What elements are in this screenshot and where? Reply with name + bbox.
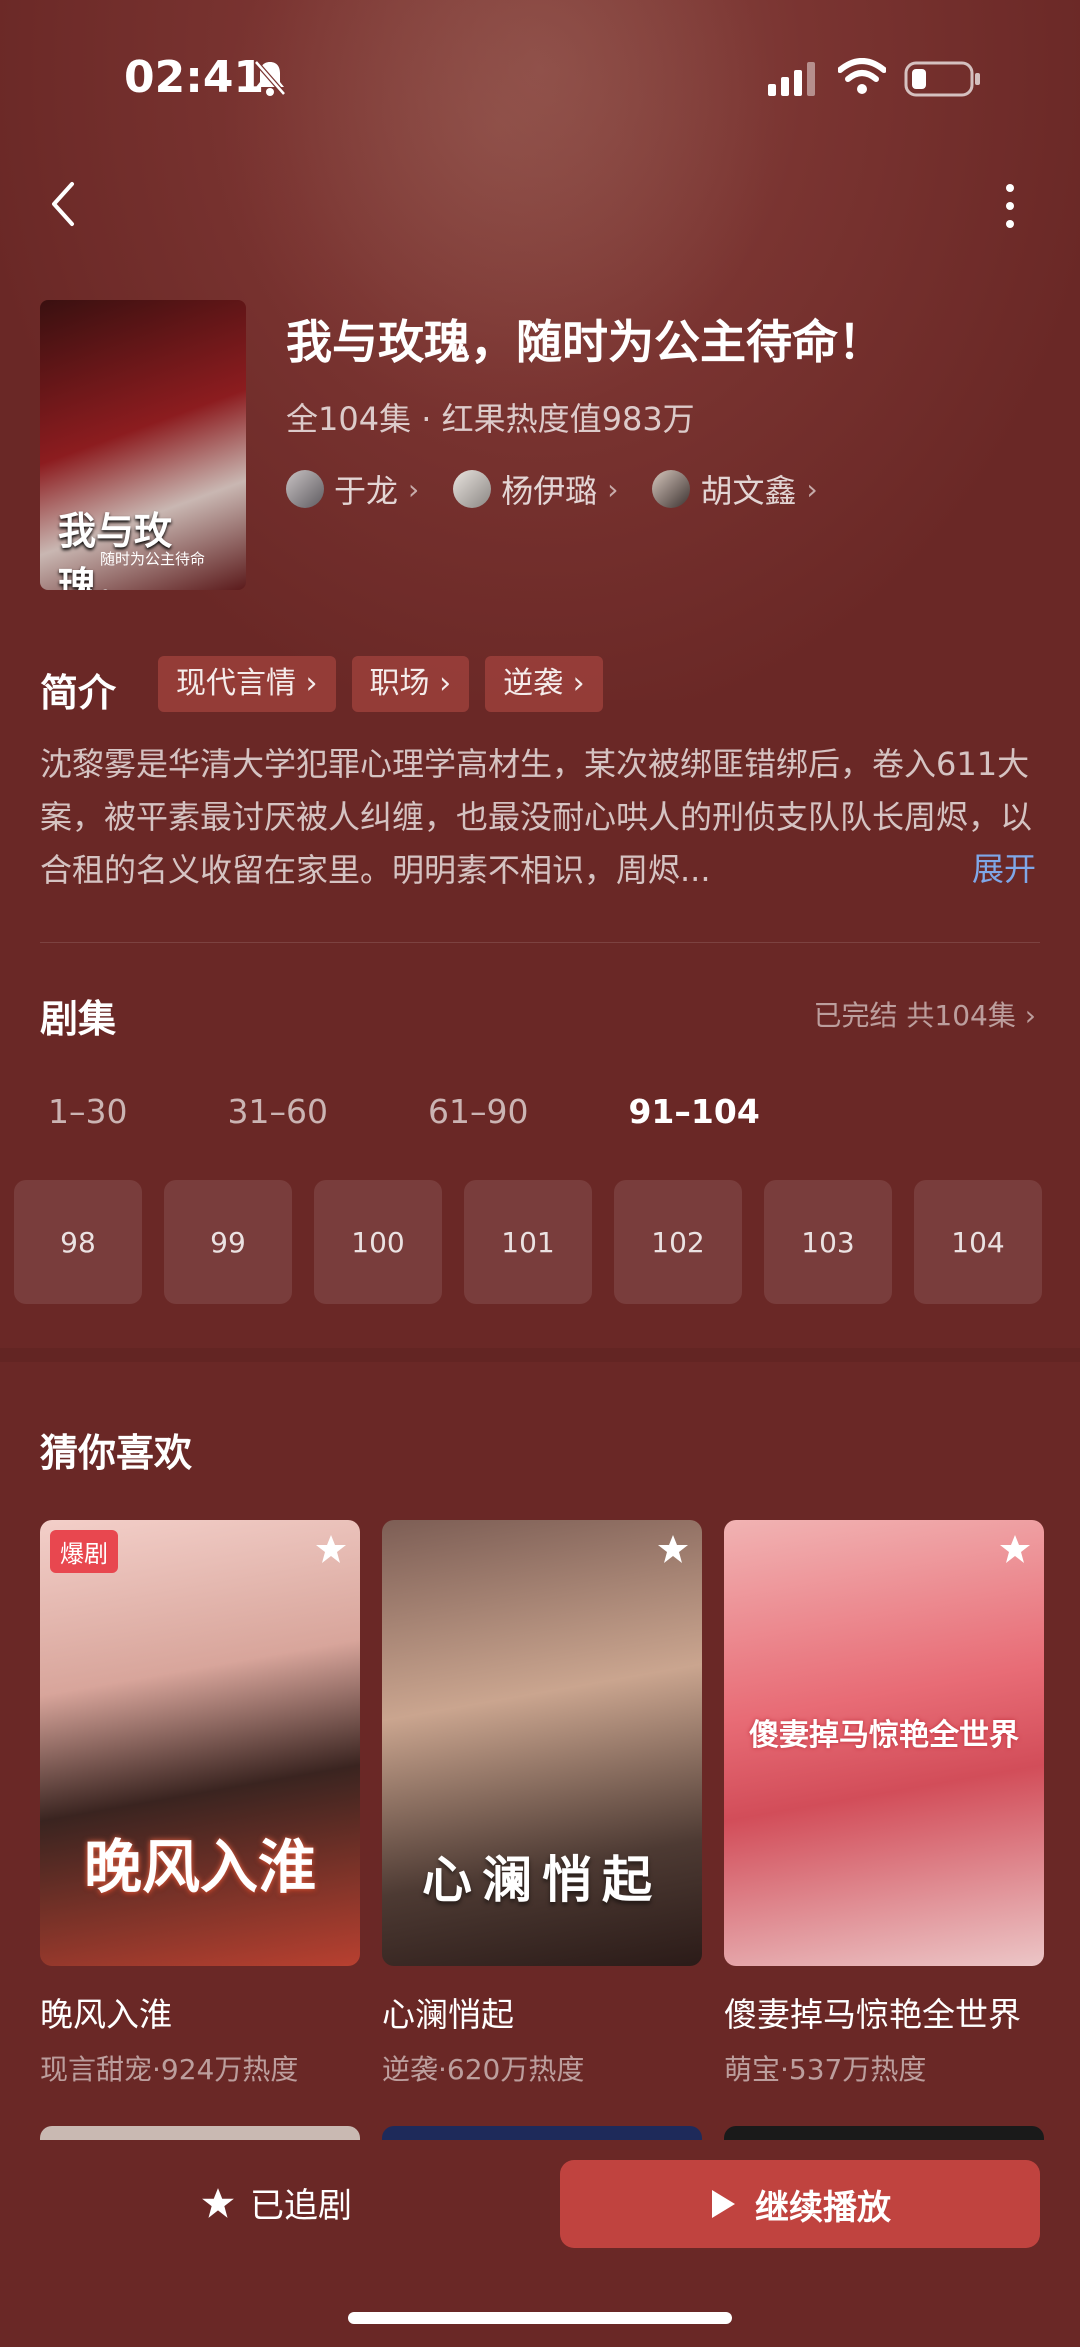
poster-title: 我与玫瑰， [58, 508, 173, 590]
recommend-card[interactable]: 傻妻掉马惊艳全世界 傻妻掉马惊艳全世界 萌宝·537万热度 [724, 1520, 1044, 2088]
recommend-cover: 爆剧 晚风入淮 [40, 1520, 360, 1966]
actor-name: 杨伊璐 [501, 472, 598, 510]
recommend-title: 猜你喜欢 [40, 1431, 193, 1475]
episode-button[interactable]: 100 [314, 1180, 442, 1304]
bell-muted-icon [254, 60, 286, 96]
actor-name: 胡文鑫 [700, 472, 797, 510]
drama-meta: 全104集 · 红果热度值983万 [286, 400, 695, 438]
actor-link[interactable]: 于龙 › [286, 466, 419, 512]
cover-title: 傻妻掉马惊艳全世界 [749, 1718, 1019, 1753]
follow-label: 已追剧 [250, 2186, 352, 2226]
star-icon[interactable] [656, 1532, 690, 1566]
follow-button[interactable]: 已追剧 [200, 2178, 352, 2227]
recommend-meta: 现言甜宠·924万热度 [40, 2053, 299, 2086]
tab-range-1-30[interactable]: 1–30 [48, 1092, 128, 1131]
chevron-right-icon: › [408, 472, 420, 506]
recommend-card[interactable]: 爆剧 晚风入淮 晚风入淮 现言甜宠·924万热度 [40, 1520, 360, 2088]
episode-button[interactable]: 101 [464, 1180, 592, 1304]
divider [40, 942, 1040, 943]
continue-play-button[interactable]: 继续播放 [560, 2160, 1040, 2248]
poster-subtitle: 随时为公主待命 [100, 550, 206, 568]
star-icon [202, 2187, 234, 2218]
drama-title: 我与玫瑰，随时为公主待命！ [286, 315, 884, 369]
star-icon[interactable] [998, 1532, 1032, 1566]
episode-button[interactable]: 98 [14, 1180, 142, 1304]
play-label: 继续播放 [755, 2187, 891, 2228]
star-icon[interactable] [314, 1532, 348, 1566]
synopsis-text: 沈黎雾是华清大学犯罪心理学高材生，某次被绑匪错绑后，卷入611大案，被平素最讨厌… [40, 745, 1033, 889]
avatar [453, 470, 492, 508]
tab-range-91-104[interactable]: 91–104 [628, 1092, 759, 1131]
hot-badge: 爆剧 [50, 1530, 118, 1573]
episodes-title: 剧集 [40, 997, 117, 1041]
recommend-meta: 逆袭·620万热度 [382, 2053, 585, 2086]
status-bar: 02:41 [0, 0, 1080, 160]
play-icon [712, 2190, 735, 2218]
episode-button[interactable]: 99 [164, 1180, 292, 1304]
tag-chip[interactable]: 逆袭 › [485, 656, 603, 712]
tag-chip[interactable]: 职场 › [351, 656, 470, 712]
tag-chip[interactable]: 现代言情 › [158, 656, 336, 712]
actor-name: 于龙 [334, 472, 399, 510]
episode-button[interactable]: 102 [614, 1180, 742, 1304]
home-indicator[interactable] [348, 2312, 732, 2324]
tag-list: 现代言情 › 职场 › 逆袭 › [158, 656, 603, 712]
tab-range-31-60[interactable]: 31–60 [228, 1092, 328, 1131]
recommend-name: 心澜悄起 [382, 1995, 514, 2034]
chevron-right-icon: › [806, 472, 818, 506]
actor-link[interactable]: 胡文鑫 › [652, 466, 818, 512]
recommend-cover: 傻妻掉马惊艳全世界 [724, 1520, 1044, 1966]
recommend-cover: 心澜悄起 [382, 1520, 702, 1966]
status-time: 02:41 [124, 52, 265, 103]
wifi-icon [838, 58, 886, 94]
drama-poster: 我与玫瑰， 随时为公主待命 [40, 300, 246, 590]
back-arrow-icon[interactable] [44, 176, 84, 232]
cover-title: 晚风入淮 [83, 1833, 316, 1901]
intro-label: 简介 [40, 671, 117, 715]
episode-range-tabs: 1–30 31–60 61–90 91–104 [48, 1092, 860, 1131]
avatar [286, 470, 324, 508]
episode-grid: 98 99 100 101 102 103 104 [14, 1180, 1042, 1304]
recommend-meta: 萌宝·537万热度 [724, 2053, 927, 2086]
expand-link[interactable]: 展开 [972, 844, 1036, 890]
episode-button[interactable]: 104 [914, 1180, 1042, 1304]
chevron-right-icon: › [607, 472, 619, 506]
cover-title: 心澜悄起 [422, 1850, 662, 1909]
avatar [652, 470, 691, 508]
cellular-signal-icon [768, 62, 815, 96]
recommend-name: 傻妻掉马惊艳全世界 [724, 1995, 1021, 2034]
episode-button[interactable]: 103 [764, 1180, 892, 1304]
actor-list: 于龙 › 杨伊璐 › 胡文鑫 › [286, 466, 818, 512]
recommend-list: 爆剧 晚风入淮 晚风入淮 现言甜宠·924万热度 心澜悄起 心澜悄起 逆袭·62… [40, 1520, 1044, 2088]
more-options-icon[interactable] [1002, 178, 1018, 234]
actor-link[interactable]: 杨伊璐 › [453, 466, 618, 512]
tab-range-61-90[interactable]: 61–90 [428, 1092, 528, 1131]
recommend-card[interactable]: 心澜悄起 心澜悄起 逆袭·620万热度 [382, 1520, 702, 2088]
section-separator [0, 1348, 1080, 1362]
episodes-status-link[interactable]: 已完结 共104集 › [814, 994, 1036, 1034]
battery-icon [904, 61, 980, 97]
recommend-name: 晚风入淮 [40, 1995, 172, 2034]
